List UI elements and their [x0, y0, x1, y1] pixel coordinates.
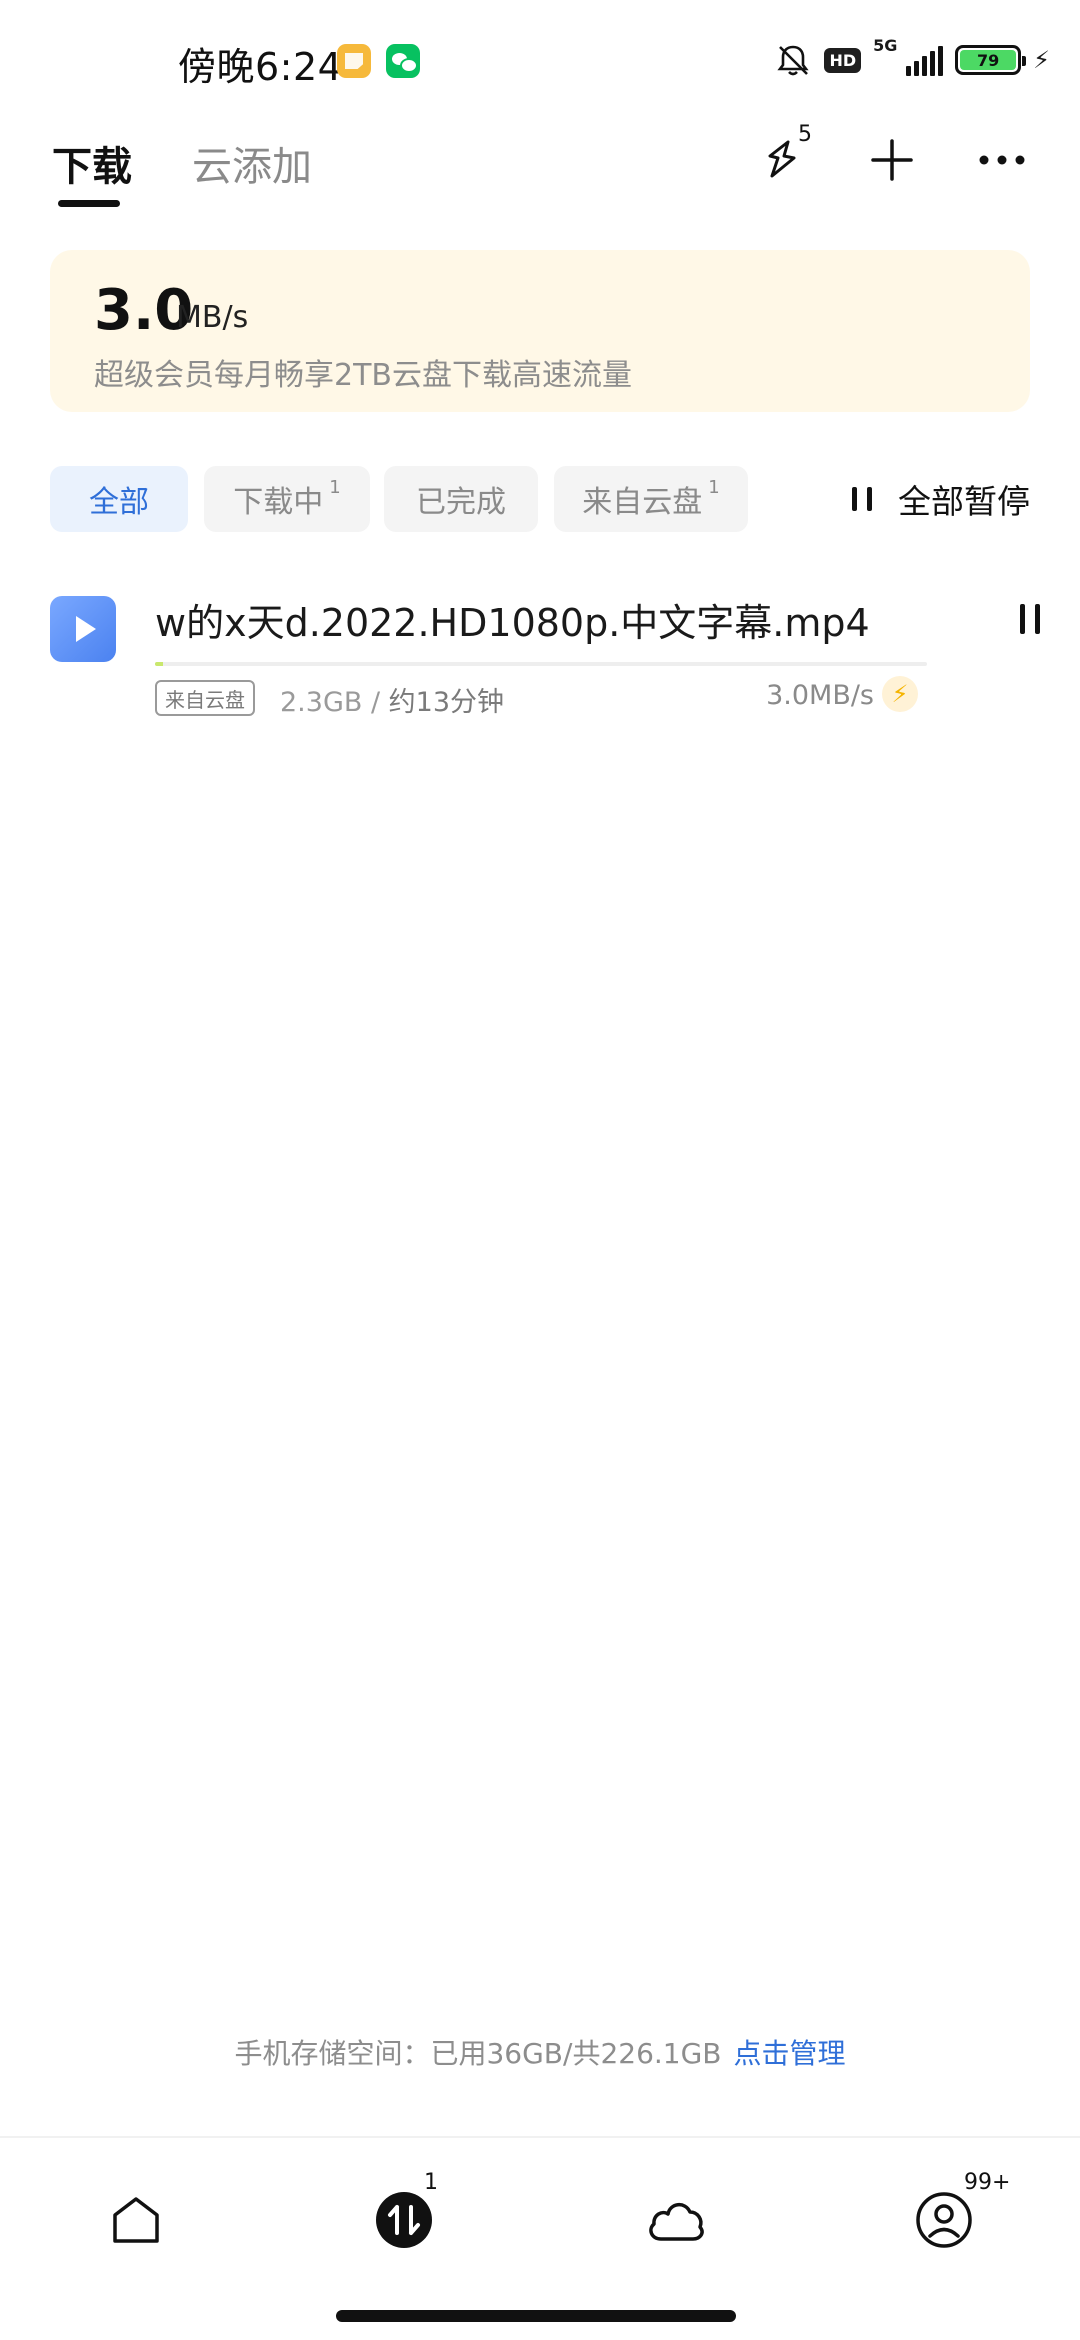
plus-icon[interactable] [862, 130, 922, 190]
meta-separator: / [362, 687, 389, 718]
filter-downloading-label: 下载中 [233, 485, 324, 520]
download-title: w的x天d.2022.HD1080p.中文字幕.mp4 [155, 601, 870, 645]
tab-download[interactable]: 下载 [52, 134, 132, 192]
filter-downloading-count: 1 [329, 476, 341, 498]
filter-from-cloud-label: 来自云盘 [582, 485, 703, 520]
filter-all[interactable]: 全部 [50, 466, 188, 532]
download-item[interactable]: w的x天d.2022.HD1080p.中文字幕.mp4 来自云盘 2.3GB /… [0, 580, 1080, 730]
download-speed: 3.0MB/s [766, 680, 874, 711]
battery-level: 79 [960, 50, 1017, 70]
profile-badge: 99+ [964, 2170, 1011, 2195]
filter-completed-label: 已完成 [416, 485, 506, 520]
home-indicator[interactable] [336, 2310, 736, 2322]
speed-banner[interactable]: 3.0 MB/s 超级会员每月畅享2TB云盘下载高速流量 [50, 250, 1030, 412]
filter-downloading[interactable]: 下载中 1 [204, 466, 370, 532]
pause-icon [852, 487, 872, 511]
wechat-icon [386, 44, 420, 78]
more-icon[interactable] [972, 130, 1032, 190]
header: 下载 云添加 5 [0, 120, 1080, 230]
filter-from-cloud-count: 1 [708, 476, 720, 498]
nav-me[interactable]: 99+ [904, 2170, 1010, 2260]
transfer-badge: 1 [424, 2170, 438, 2195]
hd-badge: HD [824, 47, 862, 73]
current-speed-unit: MB/s [176, 300, 249, 335]
download-progress-bar [155, 662, 927, 666]
download-progress-fill [155, 662, 163, 666]
tab-cloud-add[interactable]: 云添加 [192, 134, 312, 192]
bottom-divider [0, 2136, 1080, 2138]
storage-text: 手机存储空间：已用36GB/共226.1GB [234, 2037, 722, 2070]
profile-icon [916, 2192, 972, 2248]
filter-completed[interactable]: 已完成 [384, 466, 538, 532]
manage-storage-link[interactable]: 点击管理 [734, 2037, 846, 2070]
cloud-icon [649, 2203, 704, 2241]
nav-transfer[interactable]: 1 [364, 2170, 444, 2260]
transfer-icon [376, 2192, 432, 2248]
status-bar: 傍晚6:24 HD 5G 79 ⚡ [0, 0, 1080, 120]
pause-all-button[interactable]: 全部暂停 [852, 476, 1030, 522]
mute-bell-icon [777, 45, 810, 76]
download-size: 2.3GB [280, 687, 363, 718]
item-pause-icon[interactable] [1020, 604, 1040, 634]
storage-info: 手机存储空间：已用36GB/共226.1GB 点击管理 [0, 2032, 1080, 2072]
pause-all-label: 全部暂停 [898, 482, 1030, 521]
source-tag: 来自云盘 [155, 680, 255, 716]
filter-all-label: 全部 [89, 485, 149, 520]
network-type: 5G [873, 36, 898, 55]
status-right: HD 5G 79 ⚡ [774, 36, 1050, 84]
home-icon [113, 2197, 159, 2243]
notification-count: 5 [798, 122, 812, 147]
download-meta: 2.3GB / 约13分钟 [280, 680, 504, 719]
download-eta: 约13分钟 [388, 687, 505, 718]
tab-underline [58, 200, 120, 207]
signal-icon: 5G [873, 36, 944, 80]
lightning-boost-icon[interactable]: ⚡ [882, 676, 918, 712]
status-time: 傍晚6:24 [178, 45, 343, 89]
nav-cloud[interactable] [636, 2180, 716, 2260]
nav-home[interactable] [96, 2180, 176, 2260]
filter-from-cloud[interactable]: 来自云盘 1 [554, 466, 748, 532]
charging-icon: ⚡ [1033, 46, 1050, 74]
video-file-icon [50, 596, 116, 662]
battery-icon: 79 [955, 45, 1027, 75]
notes-icon [337, 44, 371, 78]
vip-promo-text: 超级会员每月畅享2TB云盘下载高速流量 [94, 358, 632, 393]
